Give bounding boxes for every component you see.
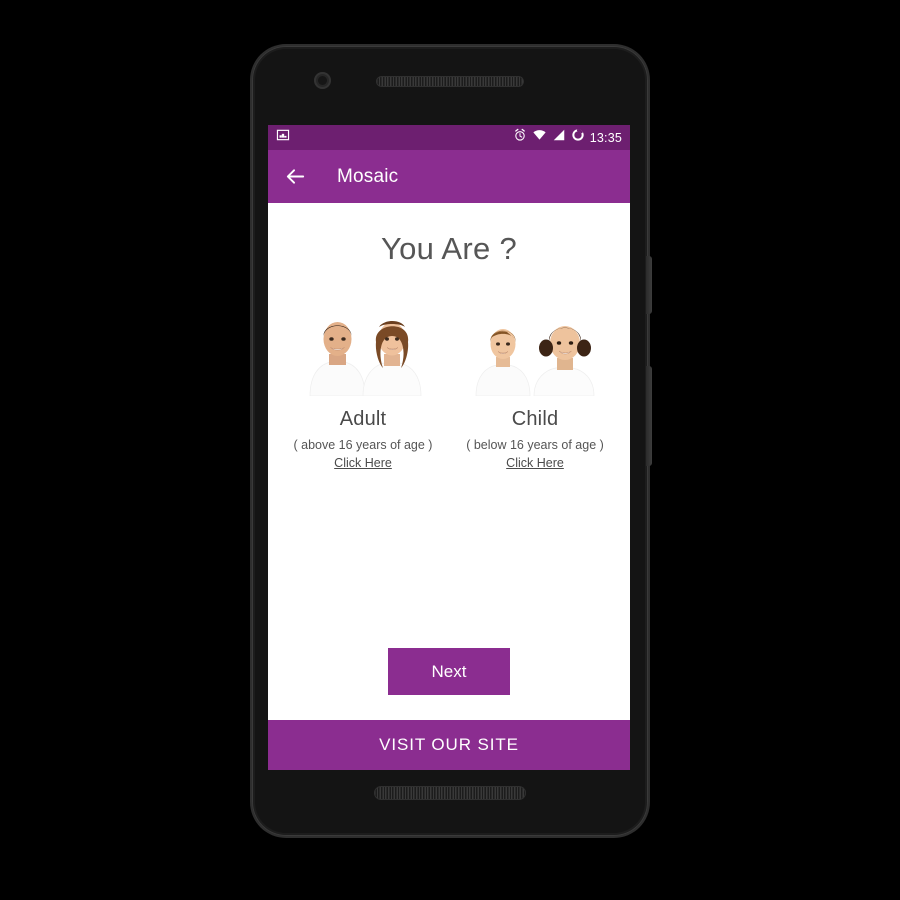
image-icon (276, 128, 290, 147)
next-button-row: Next (268, 648, 630, 720)
page-title: You Are ? (380, 231, 517, 266)
choice-row: Adult ( above 16 years of age ) Click He… (268, 294, 630, 472)
visit-our-site-label: VISIT OUR SITE (379, 735, 519, 754)
wifi-icon (532, 128, 547, 147)
choice-label-adult: Adult (339, 408, 387, 430)
visit-our-site-bar[interactable]: VISIT OUR SITE (268, 720, 630, 770)
battery-icon (571, 128, 585, 147)
volume-rocker-button[interactable] (646, 366, 652, 466)
power-button[interactable] (646, 256, 652, 314)
camera-icon (314, 72, 331, 89)
click-here-link-child[interactable]: Click Here (506, 456, 564, 470)
phone-device: 13:35 Mosaic You Are ? Adult (above 16 … (252, 46, 652, 836)
earpiece-speaker-icon (376, 76, 524, 87)
signal-icon (552, 128, 566, 147)
status-bar: 13:35 (268, 125, 630, 150)
main-content: You Are ? Adult (above 16 years of age … (268, 203, 630, 720)
loudspeaker-icon (374, 786, 526, 800)
click-here-link-adult[interactable]: Click Here (334, 456, 392, 470)
adult-couple-photo-icon (285, 294, 441, 396)
choice-option-adult[interactable]: Adult ( above 16 years of age ) Click He… (285, 294, 441, 472)
app-title: Mosaic (337, 165, 399, 187)
alarm-icon (513, 128, 527, 147)
status-bar-clock: 13:35 (589, 130, 622, 145)
phone-screen: 13:35 Mosaic You Are ? Adult (above 16 … (268, 125, 630, 770)
back-arrow-icon[interactable] (284, 165, 307, 188)
choice-label-child: Child (511, 408, 559, 430)
status-bar-right: 13:35 (513, 128, 622, 147)
choice-option-child[interactable]: Child ( below 16 years of age ) Click He… (457, 294, 613, 472)
status-bar-left (276, 128, 290, 147)
children-photo-icon (457, 294, 613, 396)
app-bar: Mosaic (268, 150, 630, 203)
choice-subtitle-child: ( below 16 years of age ) (466, 438, 604, 452)
next-button[interactable]: Next (388, 648, 510, 695)
choice-subtitle-adult: ( above 16 years of age ) (293, 438, 433, 452)
